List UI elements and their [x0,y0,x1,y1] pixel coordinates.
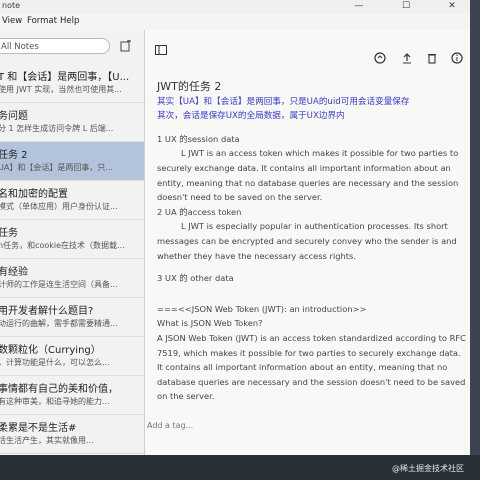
section-heading: 2 UA 的access token [157,206,242,217]
note-title: 任务 [0,228,18,239]
note-title: 事情都有自己的美和价值， [0,384,118,395]
note-title: 任务 2 [0,150,28,161]
note-title: 数颗粒化（Currying） [0,345,101,356]
note-snippet: UA】和【会话】是两回事，只... [0,163,113,172]
note-item[interactable]: 事情都有自己的美和价值， 有这种审美，和追寻她的能力... [0,376,144,415]
note-item[interactable]: 任务 n任务，和cookie在技术（数据载... [0,220,144,259]
menu-view[interactable]: View [2,16,22,26]
note-item[interactable]: 数颗粒化（Currying） ，计算功能是什么，可以怎么... [0,337,144,376]
note-snippet: 使用 JWT 实现，当然也可使用其... [0,85,122,94]
note-heading: JWT的任务 2 [157,80,222,93]
note-snippet: ，计算功能是什么，可以怎么... [0,358,110,367]
section-heading: 3 UX 的 other data [157,273,234,284]
question-line: What is JSON Web Token? [157,318,263,329]
paragraph: L JWT is especially popular in authentic… [157,221,457,261]
note-snippet: 分 1 怎样生成访问令牌 L 后端... [0,124,114,133]
watermark-text: @稀土掘金技术社区 [392,464,464,473]
window-title: note [2,1,21,10]
note-item[interactable]: 名和加密的配置 模式（单体应用）用户身份认证... [0,181,144,220]
menu-bar: View Format Help [0,14,470,28]
reference-link: ===<<JSON Web Token (JWT): an introducti… [157,303,367,314]
note-intro-line: 其实【UA】和【会话】是两回事，只是UA的uid可用会话变量保存 [157,96,410,107]
paragraph: A JSON Web Token (JWT) is an access toke… [157,332,466,402]
note-snippet: 有这种审美，和追寻她的能力... [0,397,110,406]
share-icon[interactable] [401,52,413,64]
info-icon[interactable] [451,52,463,64]
note-snippet: n任务，和cookie在技术（数据载... [0,241,125,250]
note-item[interactable]: T 和【会话】是两回事，【U... 使用 JWT 实现，当然也可使用其... [0,64,144,103]
menu-help[interactable]: Help [60,16,79,26]
note-snippet: 活生活产生，其实就像用... [0,436,94,445]
notes-sidebar: All Notes T 和【会话】是两回事，【U... 使用 JWT 实现，当然… [0,30,145,455]
note-snippet: 计师的工作是连生活空间（具备... [0,280,118,289]
note-intro-line: 其次，会话是保存UX的全局数据，属于UX边界内 [157,111,345,122]
note-title: 名和加密的配置 [0,189,68,200]
title-bar: note — ☐ ✕ [0,0,470,13]
note-snippet: 动运行的曲解，需手都需要精通... [0,319,118,328]
note-title: 有经验 [0,267,28,278]
note-item[interactable]: 柔累是不是生活# 活生活产生，其实就像用... [0,415,144,454]
app-window: note — ☐ ✕ View Format Help All Notes T … [0,0,470,455]
note-title: 用开发者解什么题目? [0,306,94,317]
paragraph: L JWT is an access token which makes it … [157,148,459,203]
note-editor-pane: JWT的任务 2 其实【UA】和【会话】是两回事，只是UA的uid可用会话变量保… [145,30,470,455]
maximize-button[interactable]: ☐ [392,0,420,13]
new-note-icon[interactable] [120,40,132,52]
note-item-selected[interactable]: 任务 2 UA】和【会话】是两回事，只... [0,142,144,181]
sync-icon[interactable] [374,52,386,64]
note-title: T 和【会话】是两回事，【U... [0,72,130,83]
minimize-button[interactable]: — [345,0,373,13]
note-item[interactable]: 有经验 计师的工作是连生活空间（具备... [0,259,144,298]
note-title: 务问题 [0,111,28,122]
note-snippet: 模式（单体应用）用户身份认证... [0,202,118,211]
close-button[interactable]: ✕ [438,0,466,13]
note-item[interactable]: 务问题 分 1 怎样生成访问令牌 L 后端... [0,103,144,142]
desktop-edge [470,0,480,455]
note-title: 柔累是不是生活# [0,423,77,434]
section-heading: 1 UX 的session data [157,133,240,144]
tag-input[interactable]: Add a tag... [147,421,193,430]
search-input[interactable]: All Notes [0,38,110,54]
menu-format[interactable]: Format [27,16,57,26]
sidebar-toggle-icon[interactable] [155,44,167,56]
note-body[interactable]: JWT的任务 2 其实【UA】和【会话】是两回事，只是UA的uid可用会话变量保… [157,80,467,440]
note-item[interactable]: 用开发者解什么题目? 动运行的曲解，需手都需要精通... [0,298,144,337]
trash-icon[interactable] [426,52,438,64]
